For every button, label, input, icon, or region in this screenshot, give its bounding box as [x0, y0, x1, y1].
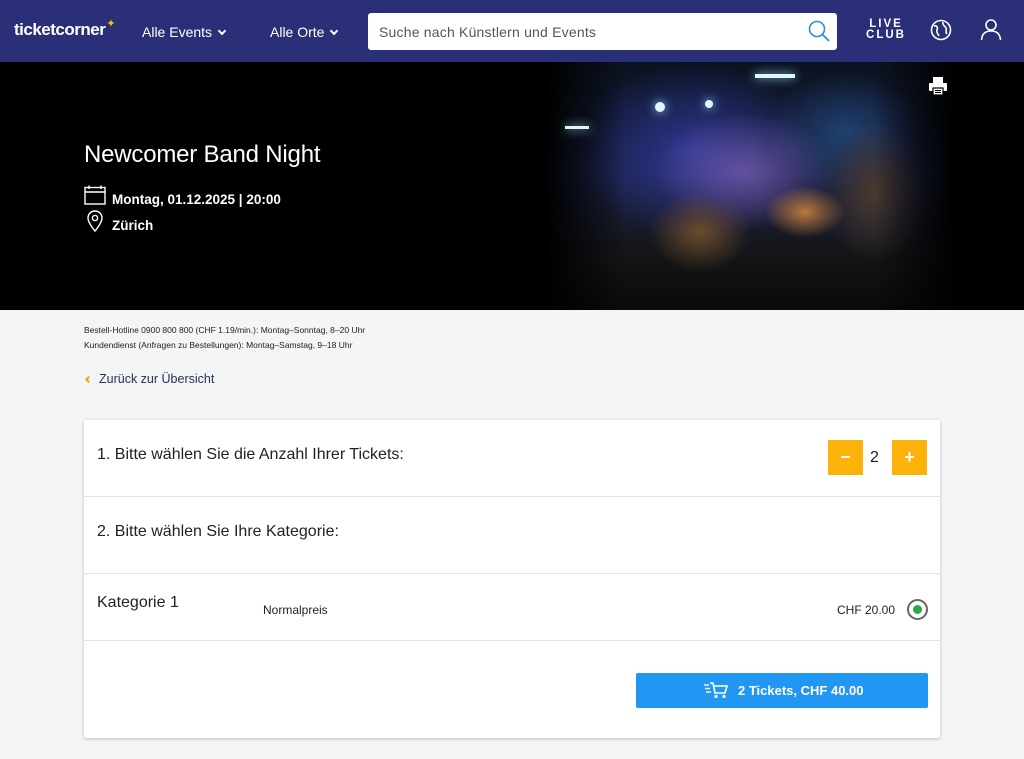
- print-icon[interactable]: [928, 76, 948, 96]
- step1-heading: 1. Bitte wählen Sie die Anzahl Ihrer Tic…: [97, 446, 404, 463]
- price-type: Normalpreis: [263, 603, 328, 617]
- user-icon[interactable]: [979, 17, 1003, 41]
- live-club-line2: CLUB: [866, 29, 906, 41]
- quantity-increase-button[interactable]: +: [892, 440, 927, 475]
- ticketcorner-logo[interactable]: ticketcorner✦: [14, 18, 116, 40]
- back-link-label: Zurück zur Übersicht: [99, 372, 215, 386]
- buy-tickets-label: 2 Tickets, CHF 40.00: [738, 683, 864, 698]
- stage-light: [755, 74, 795, 78]
- divider: [84, 496, 940, 497]
- category-price: CHF 20.00: [837, 603, 896, 617]
- divider: [84, 573, 940, 574]
- chevron-left-icon: [84, 375, 93, 384]
- step2-heading: 2. Bitte wählen Sie Ihre Kategorie:: [97, 523, 339, 540]
- customer-service-info: Kundendienst (Anfragen zu Bestellungen):…: [84, 340, 353, 350]
- calendar-icon: [84, 185, 106, 205]
- event-datetime-text: Montag, 01.12.2025 | 20:00: [112, 192, 281, 207]
- category-name: Kategorie 1: [97, 594, 179, 611]
- nav-all-events[interactable]: Alle Events: [142, 24, 227, 40]
- ticket-selection-card: 1. Bitte wählen Sie die Anzahl Ihrer Tic…: [84, 420, 940, 738]
- divider: [84, 640, 940, 641]
- hotline-info: Bestell-Hotline 0900 800 800 (CHF 1.19/m…: [84, 325, 366, 335]
- stage-light: [655, 102, 665, 112]
- event-photo: [545, 62, 955, 310]
- event-title: Newcomer Band Night: [84, 141, 321, 168]
- globe-icon[interactable]: [930, 19, 952, 41]
- search-input[interactable]: [368, 13, 798, 50]
- top-navigation-bar: ticketcorner✦ Alle Events Alle Orte LIVE…: [0, 0, 1024, 62]
- live-club-link[interactable]: LIVE CLUB: [866, 18, 906, 41]
- chevron-down-icon: [330, 26, 339, 36]
- search-box: [368, 13, 837, 50]
- nav-all-events-label: Alle Events: [142, 24, 213, 40]
- buy-tickets-button[interactable]: 2 Tickets, CHF 40.00: [636, 673, 928, 708]
- stage-light: [565, 126, 589, 129]
- event-location-text: Zürich: [112, 218, 154, 233]
- event-hero-banner: [0, 62, 1024, 310]
- nav-all-places[interactable]: Alle Orte: [270, 24, 339, 40]
- search-icon[interactable]: [807, 19, 831, 43]
- nav-all-places-label: Alle Orte: [270, 24, 325, 40]
- category-radio[interactable]: [907, 599, 928, 620]
- back-to-overview-link[interactable]: Zurück zur Übersicht: [84, 372, 214, 386]
- stage-light: [705, 100, 713, 108]
- cart-icon: [704, 682, 728, 699]
- quantity-value: 2: [870, 449, 879, 466]
- logo-star-icon: ✦: [106, 18, 116, 30]
- chevron-down-icon: [217, 26, 227, 36]
- location-pin-icon: [87, 210, 103, 232]
- radio-selected-dot: [913, 605, 922, 614]
- quantity-decrease-button[interactable]: −: [828, 440, 863, 475]
